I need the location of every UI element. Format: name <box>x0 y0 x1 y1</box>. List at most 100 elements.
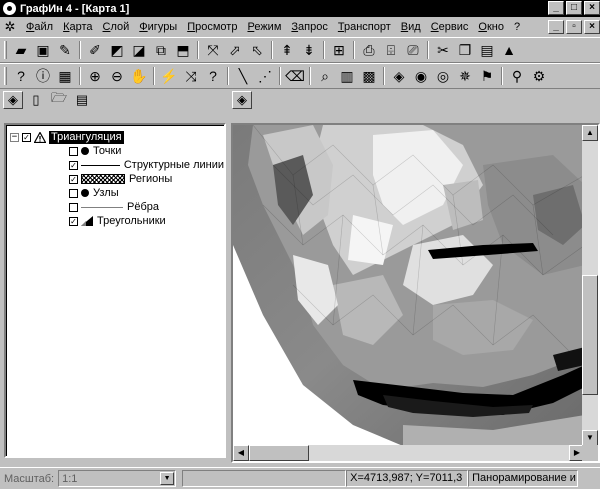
toolbar-grip[interactable] <box>4 67 7 85</box>
menu-service[interactable]: Сервис <box>426 21 474 33</box>
document-icon[interactable]: ✲ <box>3 20 17 34</box>
collapse-toggle[interactable]: − <box>10 132 19 142</box>
save-map-icon[interactable]: ▣ <box>32 39 54 61</box>
menu-query[interactable]: Запрос <box>286 21 332 33</box>
pan-hand-icon[interactable]: ✋ <box>128 65 150 87</box>
menu-transport[interactable]: Транспорт <box>333 21 396 33</box>
help-icon[interactable]: ? <box>202 65 224 87</box>
toolbar-grip[interactable] <box>4 41 7 59</box>
layer-checkbox[interactable] <box>69 146 78 156</box>
layer-copy-icon[interactable]: ⧉ <box>150 39 172 61</box>
layer-new-icon[interactable]: ◩ <box>106 39 128 61</box>
doc-minimize-button[interactable]: _ <box>548 20 564 34</box>
layer-label: Регионы <box>129 173 173 185</box>
horizontal-scroll-thumb[interactable] <box>249 445 309 461</box>
app-icon[interactable] <box>3 2 16 15</box>
menu-mode[interactable]: Режим <box>242 21 286 33</box>
scroll-up-button[interactable]: ▲ <box>582 125 598 141</box>
layer-item-nodes[interactable]: Узлы <box>69 186 224 200</box>
pick-shape-icon[interactable]: ⬁ <box>246 39 268 61</box>
scroll-down-button[interactable]: ▼ <box>582 430 598 446</box>
minimize-button[interactable]: _ <box>548 1 564 15</box>
find-icon[interactable]: ⚲ <box>506 65 528 87</box>
vertical-scrollbar[interactable]: ▲ ▼ <box>582 125 598 446</box>
layers-edit-icon[interactable]: ◎ <box>432 65 454 87</box>
layer-item-points[interactable]: Точки <box>69 144 224 158</box>
copy-icon[interactable]: ❐ <box>454 39 476 61</box>
grid-icon[interactable]: ▦ <box>54 65 76 87</box>
tab-windows[interactable]: ▤ <box>72 91 92 109</box>
tab-folders[interactable]: 🗁 <box>49 90 69 109</box>
layer-item-regions[interactable]: ✓ Регионы <box>69 172 224 186</box>
layer-item-triangles[interactable]: ✓ Треугольники <box>69 214 224 228</box>
layer-checkbox[interactable]: ✓ <box>69 160 78 170</box>
layer-down-icon[interactable]: ⇟ <box>298 39 320 61</box>
snap-icon[interactable]: ⤨ <box>180 65 202 87</box>
network-icon[interactable]: ✵ <box>454 65 476 87</box>
menu-window[interactable]: Окно <box>473 21 509 33</box>
scale-value[interactable]: 1:1 <box>59 473 77 485</box>
layer-export-icon[interactable]: ⬒ <box>172 39 194 61</box>
edit-shape-icon[interactable]: ⬀ <box>224 39 246 61</box>
chevron-down-icon[interactable]: ▼ <box>160 472 175 485</box>
print-preview-icon[interactable]: ⌹ <box>380 39 402 61</box>
layer-checkbox[interactable]: ✓ <box>69 174 78 184</box>
layer-checkbox[interactable] <box>69 188 78 198</box>
menu-help[interactable]: ? <box>509 21 525 33</box>
scale-select[interactable]: 1:1 ▼ <box>58 470 177 487</box>
doc-restore-button[interactable]: ▫ <box>566 20 582 34</box>
zoom-in-icon[interactable]: ⊕ <box>84 65 106 87</box>
scroll-left-button[interactable]: ◀ <box>233 445 249 461</box>
root-checkbox[interactable]: ✓ <box>22 132 31 142</box>
info-icon[interactable]: ⓘ <box>32 65 54 87</box>
table-icon[interactable]: ▩ <box>358 65 380 87</box>
layer-item-structural-lines[interactable]: ✓ Структурные линии <box>69 158 224 172</box>
vertical-scroll-thumb[interactable] <box>582 275 598 395</box>
toolbar-separator <box>323 41 325 59</box>
paste-icon[interactable]: ▤ <box>476 39 498 61</box>
split-icon[interactable]: ⚡ <box>158 65 180 87</box>
toolbar-separator <box>227 67 229 85</box>
query-icon[interactable]: ? <box>10 65 32 87</box>
label-icon[interactable]: ⚑ <box>476 65 498 87</box>
horizontal-scrollbar[interactable]: ◀ ▶ <box>233 445 585 461</box>
menu-layer[interactable]: Слой <box>98 21 135 33</box>
doc-close-button[interactable]: × <box>584 20 600 34</box>
draw-polyline-icon[interactable]: ⋰ <box>254 65 276 87</box>
maximize-button[interactable]: □ <box>566 1 582 15</box>
tree-root[interactable]: − ✓ Триангуляция <box>10 130 224 144</box>
layer-props-icon[interactable]: ⊞ <box>328 39 350 61</box>
print-icon[interactable]: ⎙ <box>358 39 380 61</box>
open-map-icon[interactable]: ▰ <box>10 39 32 61</box>
layers-add-icon[interactable]: ◉ <box>410 65 432 87</box>
menu-view-mode[interactable]: Просмотр <box>182 21 242 33</box>
eraser-icon[interactable]: ⌫ <box>284 65 306 87</box>
layer-checkbox[interactable] <box>69 202 78 212</box>
zoom-out-icon[interactable]: ⊖ <box>106 65 128 87</box>
layer-edit-icon[interactable]: ✐ <box>84 39 106 61</box>
book-icon[interactable]: ▥ <box>336 65 358 87</box>
tab-layers[interactable]: ◈ <box>3 91 23 109</box>
layer-checkbox[interactable]: ✓ <box>69 216 78 226</box>
tab-map[interactable]: ◈ <box>232 91 252 109</box>
move-node-icon[interactable]: ⤧ <box>202 39 224 61</box>
draw-line-icon[interactable]: ╲ <box>232 65 254 87</box>
map-canvas[interactable] <box>233 125 585 446</box>
properties-icon[interactable]: ✎ <box>54 39 76 61</box>
layers-stack-icon[interactable]: ◈ <box>388 65 410 87</box>
tab-objects[interactable]: ▯ <box>26 91 46 109</box>
paint-icon[interactable]: ▲ <box>498 39 520 61</box>
scale-label: Масштаб: <box>4 472 55 485</box>
layer-up-icon[interactable]: ⇞ <box>276 39 298 61</box>
search-icon[interactable]: ⌕ <box>314 65 336 87</box>
layer-item-edges[interactable]: Рёбра <box>69 200 224 214</box>
menu-view[interactable]: Вид <box>396 21 426 33</box>
menu-map[interactable]: Карта <box>58 21 97 33</box>
close-button[interactable]: × <box>584 1 600 15</box>
cut-icon[interactable]: ✂ <box>432 39 454 61</box>
menu-shapes[interactable]: Фигуры <box>134 21 182 33</box>
print-setup-icon[interactable]: ⎚ <box>402 39 424 61</box>
layer-save-icon[interactable]: ◪ <box>128 39 150 61</box>
menu-file[interactable]: Файл <box>21 21 58 33</box>
settings-icon[interactable]: ⚙ <box>528 65 550 87</box>
